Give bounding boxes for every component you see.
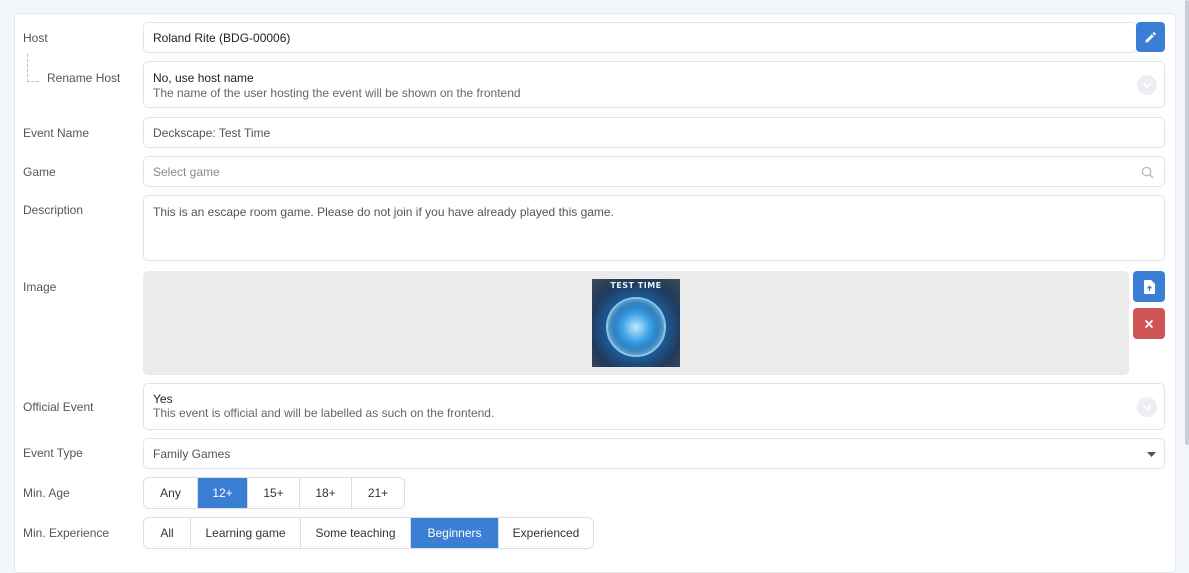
description-value: This is an escape room game. Please do n…: [153, 205, 614, 219]
event-image-thumbnail: TEST TIME: [592, 279, 680, 367]
tree-connector: [27, 54, 39, 82]
min-experience-option-learning-game[interactable]: Learning game: [191, 518, 301, 548]
search-icon: [1141, 166, 1154, 179]
rename-host-label: Rename Host: [47, 71, 121, 85]
host-select[interactable]: Roland Rite (BDG-00006): [143, 22, 1137, 53]
host-value: Roland Rite (BDG-00006): [153, 31, 291, 45]
event-name-value: Deckscape: Test Time: [153, 126, 271, 140]
official-event-label: Official Event: [23, 400, 94, 414]
event-name-input[interactable]: Deckscape: Test Time: [143, 117, 1165, 148]
description-label: Description: [23, 203, 84, 217]
image-preview-area: TEST TIME: [143, 271, 1129, 375]
min-experience-option-all[interactable]: All: [144, 518, 191, 548]
game-search-input[interactable]: Select game: [143, 156, 1165, 187]
event-type-label: Event Type: [23, 446, 83, 460]
close-icon: [1144, 319, 1154, 328]
thumbnail-ring: [606, 297, 666, 357]
rename-host-select[interactable]: No, use host name The name of the user h…: [143, 61, 1165, 108]
rename-host-value: No, use host name: [153, 71, 254, 85]
event-type-select[interactable]: Family Games: [143, 438, 1165, 469]
description-textarea[interactable]: This is an escape room game. Please do n…: [143, 195, 1165, 261]
page-scrollbar[interactable]: [1185, 0, 1189, 445]
image-label: Image: [23, 280, 57, 294]
remove-image-button[interactable]: [1133, 308, 1165, 339]
min-age-label: Min. Age: [23, 486, 70, 500]
game-placeholder: Select game: [153, 165, 220, 179]
min-age-option-15[interactable]: 15+: [248, 478, 300, 508]
official-event-value: Yes: [153, 392, 173, 406]
game-label: Game: [23, 165, 56, 179]
event-type-value: Family Games: [153, 447, 231, 461]
edit-host-button[interactable]: [1136, 22, 1165, 52]
thumbnail-title: TEST TIME: [610, 281, 662, 290]
chevron-down-icon[interactable]: [1137, 397, 1157, 417]
min-experience-option-experienced[interactable]: Experienced: [499, 518, 593, 548]
chevron-down-icon[interactable]: [1137, 75, 1157, 95]
min-experience-label: Min. Experience: [23, 526, 110, 540]
min-experience-segmented: All Learning game Some teaching Beginner…: [143, 517, 594, 549]
host-label: Host: [23, 31, 48, 45]
file-upload-icon: [1143, 279, 1155, 294]
official-event-select[interactable]: Yes This event is official and will be l…: [143, 383, 1165, 430]
min-age-segmented: Any 12+ 15+ 18+ 21+: [143, 477, 405, 509]
min-experience-option-beginners[interactable]: Beginners: [411, 518, 499, 548]
min-age-option-21[interactable]: 21+: [352, 478, 404, 508]
official-event-help: This event is official and will be label…: [153, 406, 495, 420]
event-name-label: Event Name: [23, 126, 90, 140]
min-age-option-12[interactable]: 12+: [198, 478, 248, 508]
pencil-icon: [1145, 31, 1156, 42]
rename-host-help: The name of the user hosting the event w…: [153, 86, 521, 100]
min-experience-option-some-teaching[interactable]: Some teaching: [301, 518, 411, 548]
upload-image-button[interactable]: [1133, 271, 1165, 302]
min-age-option-any[interactable]: Any: [144, 478, 198, 508]
min-age-option-18[interactable]: 18+: [300, 478, 352, 508]
caret-down-icon: [1147, 452, 1156, 457]
